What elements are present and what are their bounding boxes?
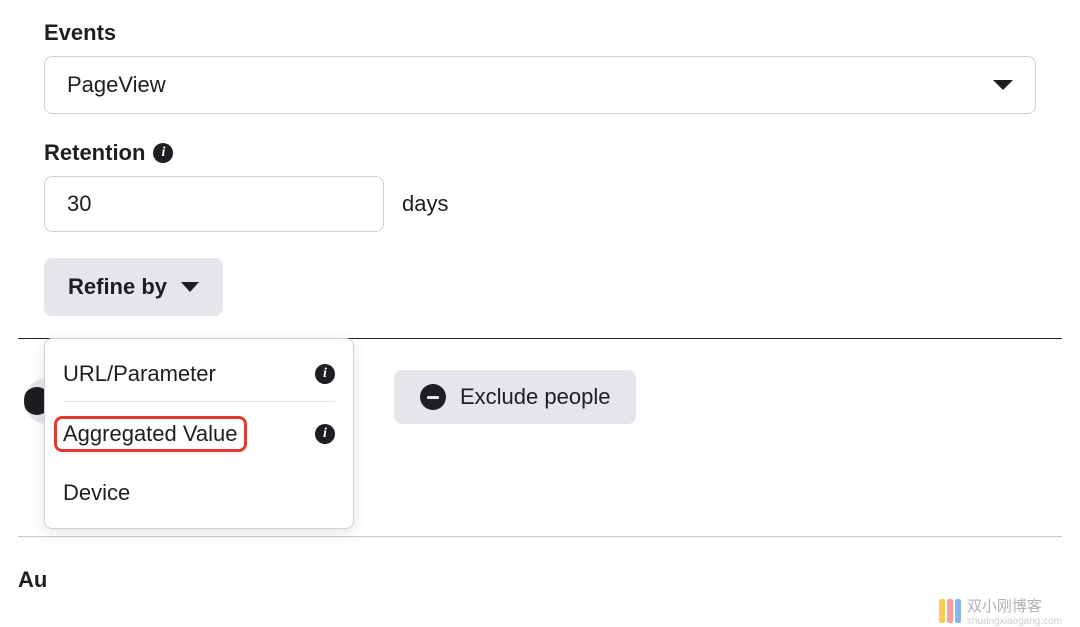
watermark-sub: shuangxiaogang.com — [967, 616, 1062, 627]
info-icon[interactable]: i — [153, 143, 173, 163]
watermark-logo-icon — [939, 599, 961, 623]
exclude-people-label: Exclude people — [460, 384, 610, 410]
watermark-text: 双小刚博客 — [967, 598, 1042, 615]
info-icon[interactable]: i — [315, 424, 335, 444]
chevron-down-icon — [993, 80, 1013, 90]
audience-label-partial: Au — [18, 567, 1062, 593]
retention-unit: days — [402, 191, 448, 217]
minus-icon — [420, 384, 446, 410]
refine-option-label: URL/Parameter — [63, 361, 216, 387]
chevron-down-icon — [181, 282, 199, 292]
refine-option-device[interactable]: Device — [45, 466, 353, 520]
retention-label: Retention i — [44, 140, 1062, 166]
refine-by-label: Refine by — [68, 274, 167, 300]
refine-option-aggregated-value[interactable]: Aggregated Value i — [45, 402, 353, 466]
events-selected-value: PageView — [67, 72, 166, 98]
retention-input[interactable] — [44, 176, 384, 232]
refine-option-label: Device — [63, 480, 130, 506]
section-divider — [18, 536, 1062, 537]
info-icon[interactable]: i — [315, 364, 335, 384]
events-label: Events — [44, 20, 1036, 46]
refine-by-button[interactable]: Refine by — [44, 258, 223, 316]
events-label-text: Events — [44, 20, 116, 46]
refine-by-dropdown: URL/Parameter i Aggregated Value i Devic… — [44, 338, 354, 529]
refine-option-url-parameter[interactable]: URL/Parameter i — [45, 347, 353, 401]
retention-label-text: Retention — [44, 140, 145, 166]
exclude-people-button[interactable]: Exclude people — [394, 370, 636, 424]
events-select[interactable]: PageView — [44, 56, 1036, 114]
watermark: 双小刚博客 shuangxiaogang.com — [939, 595, 1062, 627]
refine-option-label: Aggregated Value — [54, 416, 247, 452]
